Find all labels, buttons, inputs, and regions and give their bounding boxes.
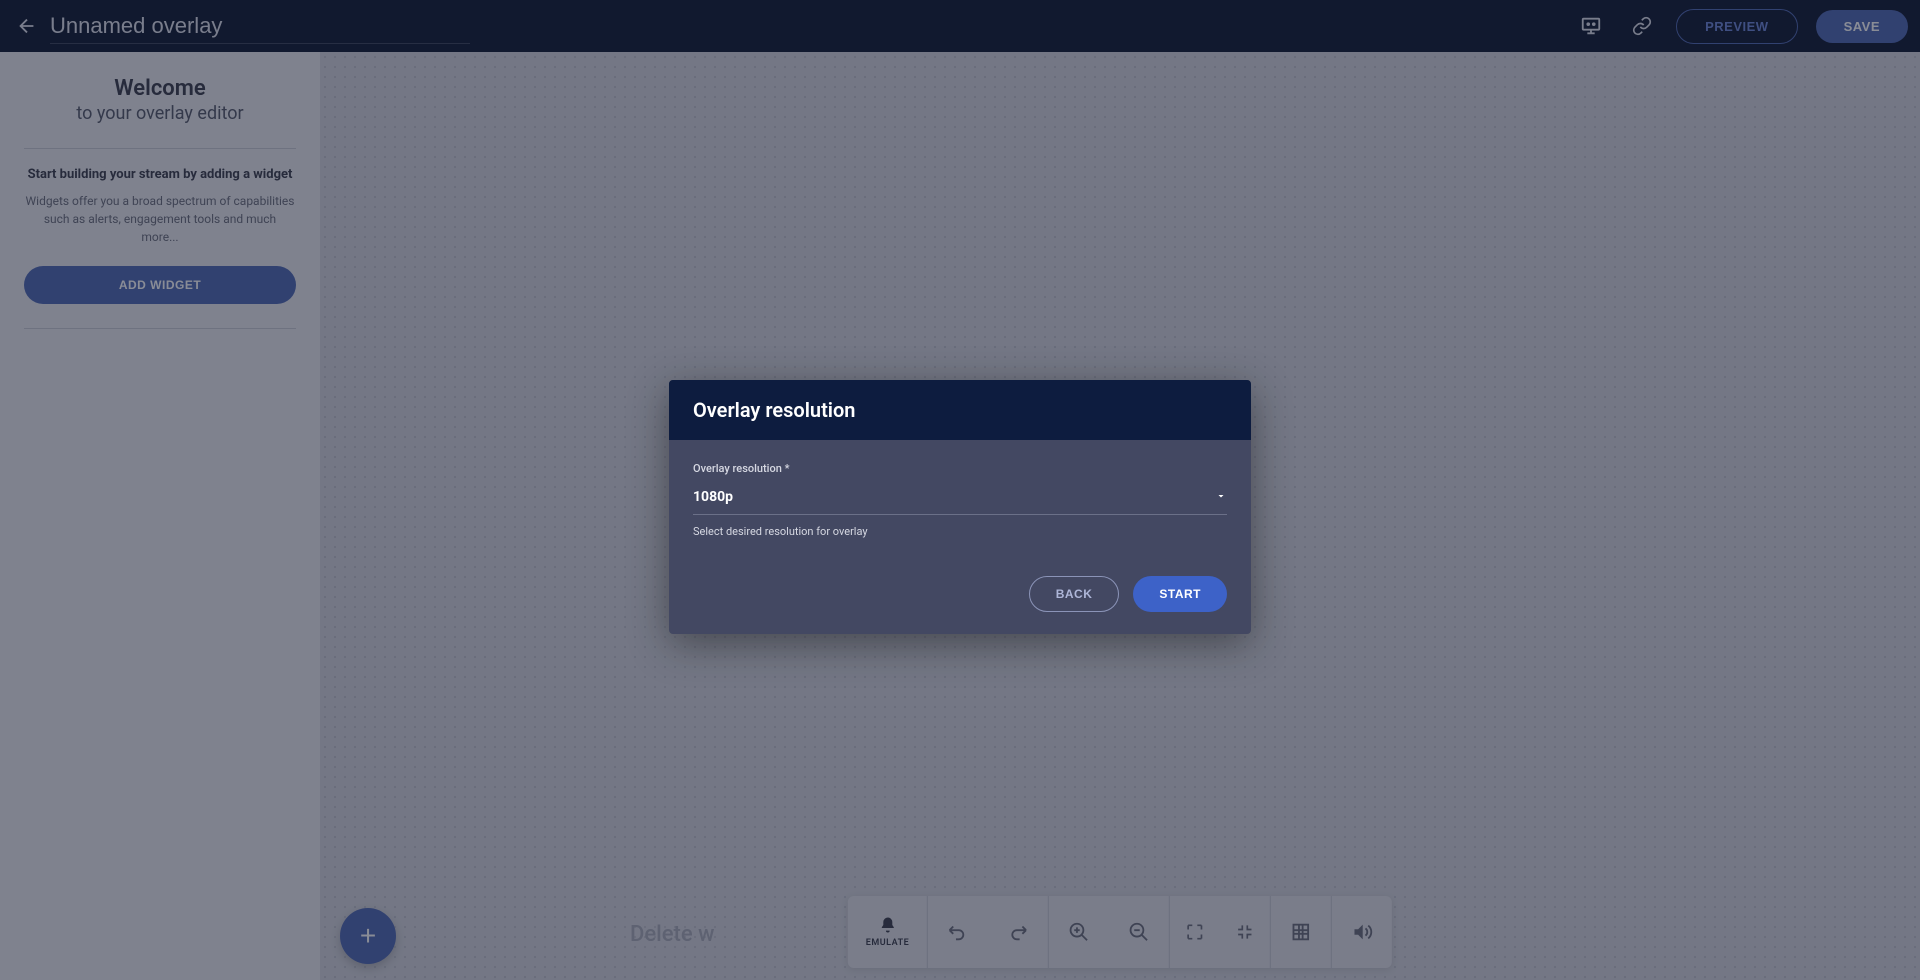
modal-body: Overlay resolution * 1080p Select desire… [669,440,1251,556]
modal-title: Overlay resolution [693,398,1227,422]
resolution-select[interactable]: 1080p [693,483,1227,515]
resolution-field-label: Overlay resolution * [693,462,1227,475]
back-button[interactable]: BACK [1029,576,1120,612]
modal-backdrop[interactable]: Overlay resolution Overlay resolution * … [0,0,1920,980]
modal-actions: BACK START [669,556,1251,634]
chevron-down-icon [1215,487,1227,506]
resolution-modal: Overlay resolution Overlay resolution * … [669,380,1251,634]
resolution-value: 1080p [693,489,733,505]
modal-header: Overlay resolution [669,380,1251,440]
start-button[interactable]: START [1133,576,1227,612]
resolution-help-text: Select desired resolution for overlay [693,525,1227,538]
